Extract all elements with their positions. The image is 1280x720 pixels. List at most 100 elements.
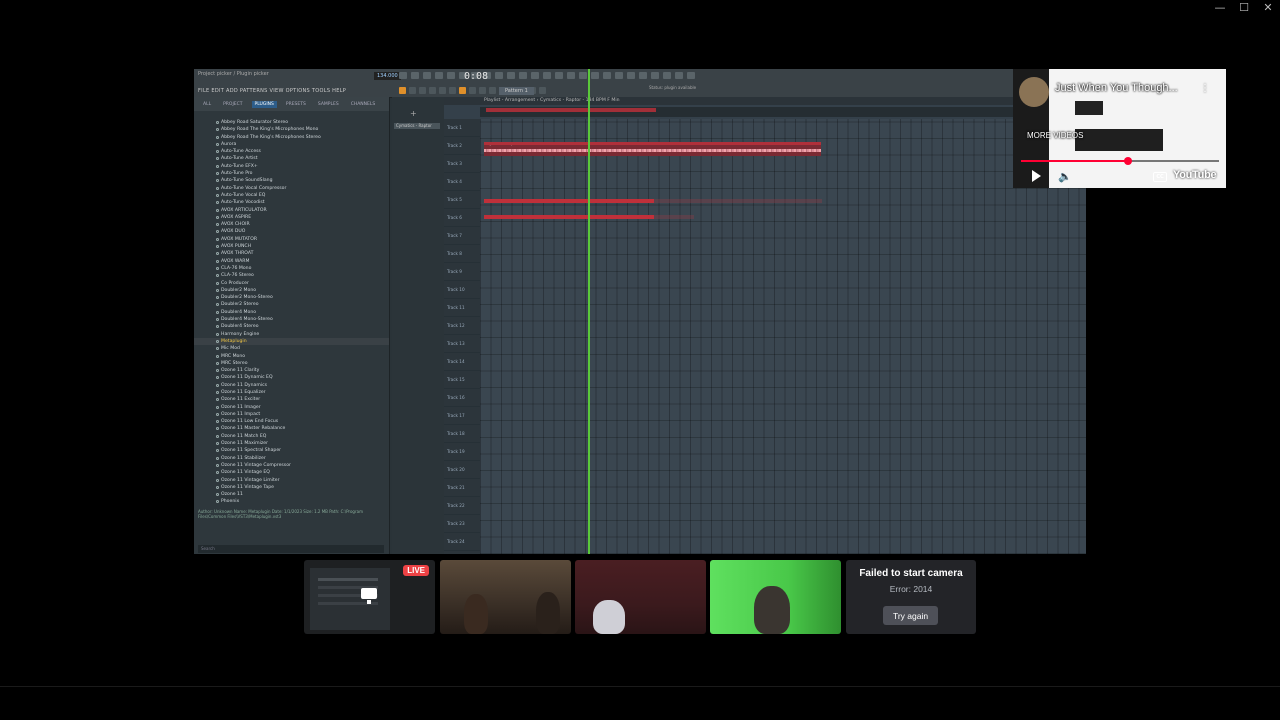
transport-buttons[interactable] xyxy=(399,72,699,80)
video-title[interactable]: Just When You Though... xyxy=(1055,82,1178,94)
plugin-list-item[interactable]: Harmony Engine xyxy=(194,331,389,338)
plugin-list-item[interactable]: AVOX CHOIR xyxy=(194,221,389,228)
track-header[interactable]: Track 15 xyxy=(444,371,480,389)
plugin-list-item[interactable]: Ozone 11 Vintage Limiter xyxy=(194,477,389,484)
participant-video[interactable] xyxy=(440,560,571,634)
browser-tab[interactable]: PROJECT xyxy=(220,101,245,108)
plugin-list-item[interactable]: Abbey Road Saturator Stereo xyxy=(194,119,389,126)
track-header[interactable]: Track 10 xyxy=(444,281,480,299)
track-header[interactable]: Track 14 xyxy=(444,353,480,371)
plugin-list-item[interactable]: Auto-Tune Artist xyxy=(194,155,389,162)
pattern-clip[interactable] xyxy=(654,215,694,219)
plugin-list-item[interactable]: Ozone 11 Exciter xyxy=(194,396,389,403)
track-header[interactable]: Track 22 xyxy=(444,497,480,515)
plugin-list-item[interactable]: Auto-Tune Vocal Compressor xyxy=(194,185,389,192)
pattern-selector[interactable]: Pattern 1 xyxy=(499,87,534,95)
track-header[interactable]: Track 2 xyxy=(444,137,480,155)
track-header[interactable]: Track 4 xyxy=(444,173,480,191)
track-header[interactable]: Track 19 xyxy=(444,443,480,461)
participant-video[interactable] xyxy=(710,560,841,634)
track-header[interactable]: Track 17 xyxy=(444,407,480,425)
plugin-list-item[interactable]: Aurora xyxy=(194,141,389,148)
track-header[interactable]: Track 18 xyxy=(444,425,480,443)
plugin-list-item[interactable]: AVOX ASPIRE xyxy=(194,214,389,221)
channel-button[interactable]: Cymatics - Raptor xyxy=(394,123,440,129)
plugin-list-item[interactable]: Doubler2 Mono xyxy=(194,287,389,294)
play-icon[interactable] xyxy=(1032,170,1041,182)
plugin-list-item[interactable]: Auto-Tune Vocal EQ xyxy=(194,192,389,199)
track-header[interactable]: Track 6 xyxy=(444,209,480,227)
pattern-clip[interactable] xyxy=(484,215,654,219)
plugin-list-item[interactable]: Ozone 11 Vintage EQ xyxy=(194,469,389,476)
plugin-list-item[interactable]: Auto-Tune EFX+ xyxy=(194,163,389,170)
track-header[interactable]: Track 21 xyxy=(444,479,480,497)
plugin-list-item[interactable]: AVOX PUNCH xyxy=(194,243,389,250)
playlist-grid[interactable] xyxy=(480,119,1086,554)
plugin-list[interactable]: Abbey Road Saturator Stereo Abbey Road Th… xyxy=(194,119,389,507)
more-videos-label[interactable]: MORE VIDEOS xyxy=(1027,131,1083,140)
track-header[interactable]: Track 3 xyxy=(444,155,480,173)
plugin-list-item[interactable]: Ozone 11 Vintage Tape xyxy=(194,484,389,491)
plugin-list-item[interactable]: Abbey Road The King's Microphones Stereo xyxy=(194,134,389,141)
plugin-list-item[interactable]: Ozone 11 Dynamic EQ xyxy=(194,374,389,381)
plugin-list-item[interactable]: Ozone 11 Maximizer xyxy=(194,440,389,447)
captions-icon[interactable]: CC xyxy=(1153,172,1167,182)
track-header[interactable]: Track 23 xyxy=(444,515,480,533)
plugin-list-item[interactable]: CLA-76 Stereo xyxy=(194,272,389,279)
track-header[interactable]: Track 7 xyxy=(444,227,480,245)
plugin-list-item[interactable]: Doubler4 Stereo xyxy=(194,323,389,330)
plugin-list-item[interactable]: Ozone 11 Imager xyxy=(194,404,389,411)
plugin-list-item[interactable]: Phoenix xyxy=(194,498,389,505)
plugin-list-item[interactable]: Co Producer xyxy=(194,280,389,287)
browser-tab[interactable]: ALL xyxy=(200,101,214,108)
browser-search-input[interactable]: Search xyxy=(198,545,384,553)
plugin-list-item[interactable]: Doubler4 Mono xyxy=(194,309,389,316)
screen-share-tile[interactable]: LIVE xyxy=(304,560,435,634)
audio-clip[interactable]: Cymatics - Raptor - 134 BPM F Min xyxy=(484,142,821,156)
plugin-list-item[interactable]: Ozone 11 Equalizer xyxy=(194,389,389,396)
daw-menu[interactable]: FILE EDIT ADD PATTERNS VIEW OPTIONS TOOL… xyxy=(198,88,346,94)
youtube-player[interactable]: Just When You Though... ⋮ MORE VIDEOS 🔈 … xyxy=(1013,69,1226,188)
plugin-list-item[interactable]: Ozone 11 Stabilizer xyxy=(194,455,389,462)
plugin-list-item[interactable]: AVOX WARM xyxy=(194,258,389,265)
track-header[interactable]: Track 16 xyxy=(444,389,480,407)
plugin-list-item[interactable]: Ozone 11 Match EQ xyxy=(194,433,389,440)
plugin-list-item[interactable]: Doubler2 Stereo xyxy=(194,301,389,308)
track-header[interactable]: Track 20 xyxy=(444,461,480,479)
plugin-list-item[interactable]: Auto-Tune Vocodist xyxy=(194,199,389,206)
track-header[interactable]: Track 9 xyxy=(444,263,480,281)
plugin-list-item[interactable]: CLA-76 Mono xyxy=(194,265,389,272)
plugin-list-item[interactable]: Metaplugin xyxy=(194,337,389,346)
close-icon[interactable]: ✕ xyxy=(1256,0,1280,16)
plugin-list-item[interactable]: AVOX MUTATOR xyxy=(194,236,389,243)
minimize-icon[interactable]: — xyxy=(1208,0,1232,16)
plugin-list-item[interactable]: Auto-Tune SoundSlang xyxy=(194,177,389,184)
browser-tab[interactable]: CHANNELS xyxy=(348,101,379,108)
browser-tab[interactable]: PLUGINS xyxy=(251,100,277,108)
track-header[interactable]: Track 8 xyxy=(444,245,480,263)
plugin-list-item[interactable]: Ozone 11 xyxy=(194,491,389,498)
plugin-list-item[interactable]: Doubler4 Mono-Stereo xyxy=(194,316,389,323)
try-again-button[interactable]: Try again xyxy=(883,606,938,625)
tempo-display[interactable]: 134.000 xyxy=(374,72,401,80)
plugin-list-item[interactable]: Ozone 11 Master Rebalance xyxy=(194,425,389,432)
track-header[interactable]: Track 5 xyxy=(444,191,480,209)
progress-knob[interactable] xyxy=(1123,157,1132,165)
plugin-list-item[interactable]: Ozone 11 Clarity xyxy=(194,367,389,374)
progress-bar[interactable] xyxy=(1021,157,1219,165)
plugin-list-item[interactable]: Auto-Tune Pro xyxy=(194,170,389,177)
shared-screen[interactable]: Project picker / Plugin picker FILE EDIT… xyxy=(194,69,1086,554)
loop-region[interactable] xyxy=(486,108,656,112)
volume-icon[interactable]: 🔈 xyxy=(1058,170,1072,183)
participant-video[interactable] xyxy=(575,560,706,634)
plugin-list-item[interactable]: Ozone 11 Dynamics xyxy=(194,382,389,389)
plugin-list-item[interactable]: Auto-Tune Access xyxy=(194,148,389,155)
pattern-clip[interactable] xyxy=(484,199,654,203)
maximize-icon[interactable]: ☐ xyxy=(1232,0,1256,16)
browser-tabs[interactable]: ALL PROJECT PLUGINS PRESETS SAMPLES CHANNELS xyxy=(194,97,389,111)
playhead[interactable] xyxy=(588,69,590,554)
plugin-list-item[interactable]: Doubler2 Mono-Stereo xyxy=(194,294,389,301)
browser-tab[interactable]: PRESETS xyxy=(283,101,309,108)
plugin-list-item[interactable]: AVOX DUO xyxy=(194,228,389,235)
browser-tab[interactable]: SAMPLES xyxy=(315,101,342,108)
